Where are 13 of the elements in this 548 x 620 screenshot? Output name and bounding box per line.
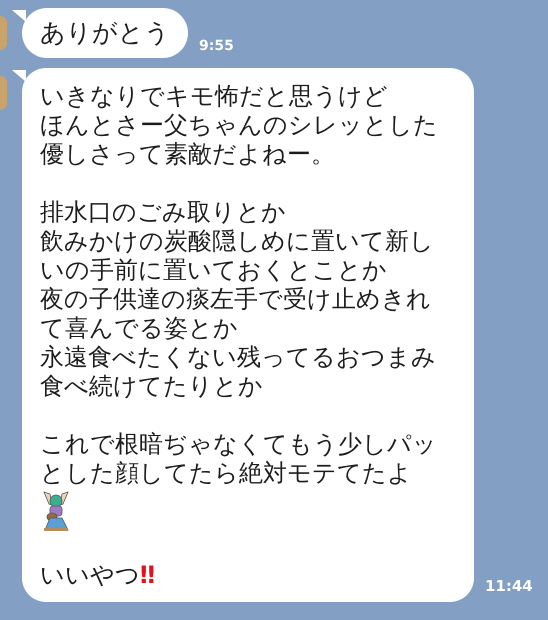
message-time: 9:55 bbox=[199, 38, 234, 56]
message-text: いきなりでキモ怖だと思うけど bbox=[40, 82, 389, 110]
message-time: 11:44 bbox=[485, 578, 533, 596]
message-text: 永遠食べたくない残ってるおつまみ食べ続けてたりとか bbox=[40, 342, 437, 400]
message-text: 夜の子供達の痰左手で受け止めきれて喜んでる姿とか bbox=[40, 284, 432, 342]
avatar[interactable] bbox=[0, 16, 7, 50]
message-text: これで根暗ぢゃなくてもう少しパッとした顔してたら絶対モテてたよ bbox=[40, 430, 438, 488]
avatar[interactable] bbox=[0, 76, 7, 110]
message-text: ありがとう bbox=[40, 17, 170, 48]
message-text: 飲みかけの炭酸隠しめに置いて新しいの手前に置いておくとことか bbox=[40, 226, 435, 284]
message-text: 排水口のごみ取りとか bbox=[40, 198, 287, 226]
message-text: ほんとさー父ちゃんのシレッとした優しさって素敵だよねー。 bbox=[40, 110, 439, 168]
message-text: いいやつ‼ bbox=[40, 560, 156, 590]
